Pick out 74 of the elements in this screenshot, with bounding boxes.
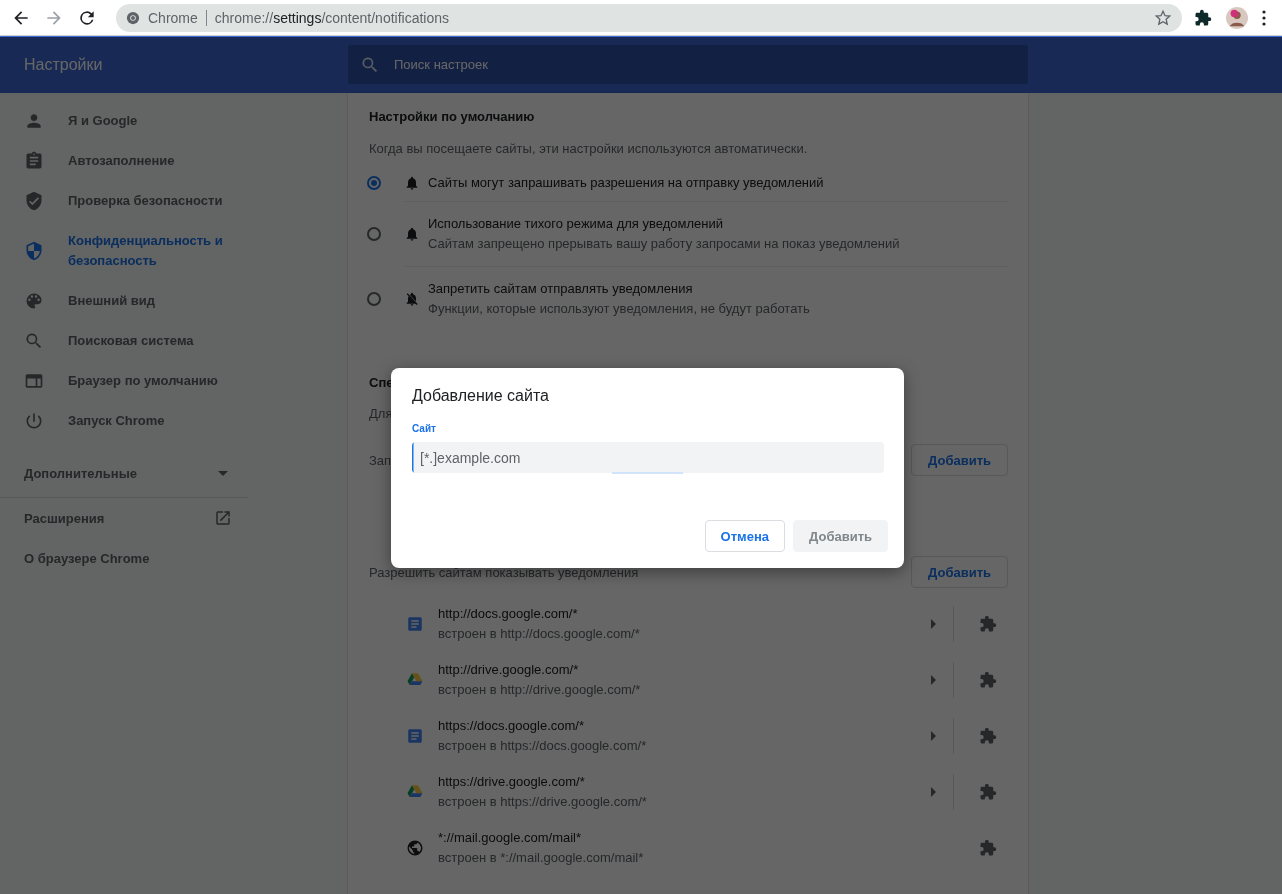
dialog-title: Добавление сайта	[412, 386, 550, 406]
site-url: *://mail.google.com/mail*	[438, 829, 583, 847]
site-embedded-note: встроен в *://mail.google.com/mail*	[438, 849, 645, 867]
site-url: http://drive.google.com/*	[438, 661, 580, 679]
site-field[interactable]: [*.]example.com	[412, 442, 884, 473]
option-title: Использование тихого режима для уведомлений	[428, 215, 724, 233]
avatar-icon[interactable]	[1226, 6, 1248, 29]
arrow-right-icon[interactable]	[930, 675, 936, 685]
site-url: http://docs.google.com/*	[438, 605, 579, 623]
puzzle-icon[interactable]	[1194, 8, 1212, 27]
radio-button[interactable]	[367, 292, 381, 306]
arrow-right-icon[interactable]	[930, 619, 936, 629]
sidebar-item[interactable]: Конфиденциальность и безопасность	[0, 221, 248, 281]
radio-button[interactable]	[367, 176, 381, 190]
option-description: Сайтам запрещено прерывать вашу работу запросами на показ уведомлений	[428, 235, 900, 253]
clipboard-icon	[24, 151, 44, 171]
puzzle-icon	[979, 727, 997, 745]
sidebar-item[interactable]: Запуск Chrome	[0, 401, 248, 441]
option-title: Сайты могут запрашивать разрешения на отправку уведомлений	[428, 174, 824, 192]
palette-icon	[24, 291, 44, 311]
shield-check-icon	[24, 191, 44, 211]
site-label: Chrome	[148, 9, 198, 26]
sidebar-link[interactable]: О браузере Chrome	[0, 538, 248, 578]
puzzle-icon	[979, 783, 997, 801]
list-label: Зап	[369, 452, 392, 468]
puzzle-icon	[979, 671, 997, 689]
site-embedded-note: встроен в http://docs.google.com/*	[438, 625, 641, 643]
arrow-right-icon[interactable]	[930, 787, 936, 797]
cancel-button[interactable]: Отмена	[704, 520, 786, 552]
site-url: https://drive.google.com/*	[438, 773, 586, 791]
field-label: Сайт	[412, 422, 437, 436]
url-text: chrome://settings/content/notifications	[214, 9, 450, 26]
search-icon	[360, 55, 380, 75]
add-button[interactable]: Добавить	[911, 444, 1008, 476]
page-title: Настройки	[23, 55, 104, 74]
list-label: Разрешить сайтам показывать уведомления	[369, 564, 639, 580]
sidebar-item[interactable]: Автозаполнение	[0, 141, 248, 181]
globe-icon	[406, 839, 424, 857]
more-menu-icon[interactable]	[1262, 9, 1266, 26]
option-description: Функции, которые используют уведомления, не будут работать	[428, 300, 810, 318]
arrow-right-icon[interactable]	[930, 731, 936, 741]
site-embedded-note: встроен в https://drive.google.com/*	[438, 793, 648, 811]
sidebar-link[interactable]: Расширения	[0, 498, 248, 538]
section-heading: Настройки по умолчанию	[369, 108, 536, 126]
bell-icon	[404, 226, 420, 242]
advanced-section[interactable]: Дополнительные	[0, 449, 248, 498]
radio-button[interactable]	[367, 227, 381, 241]
sidebar-item[interactable]: Поисковая система	[0, 321, 248, 361]
browser-window-icon	[24, 371, 44, 391]
sidebar-item[interactable]: Проверка безопасности	[0, 181, 248, 221]
site-embedded-note: встроен в http://drive.google.com/*	[438, 681, 642, 699]
address-bar[interactable]: Chrome chrome://settings/content/notifications	[116, 3, 1182, 32]
option-title: Запретить сайтам отправлять уведомления	[428, 280, 694, 298]
shield-icon	[24, 241, 44, 261]
bell-off-icon	[404, 291, 420, 307]
add-button[interactable]: Добавить	[911, 556, 1008, 588]
chrome-logo-icon	[126, 10, 140, 25]
search-icon	[24, 331, 44, 351]
external-link-icon	[214, 509, 232, 527]
puzzle-icon	[979, 839, 997, 857]
caret-icon	[218, 470, 228, 476]
search-field[interactable]: Поиск настроек	[348, 45, 1028, 84]
power-icon	[24, 411, 44, 431]
document-icon	[406, 727, 424, 745]
bell-icon	[404, 175, 420, 191]
sidebar-item[interactable]: Браузер по умолчанию	[0, 361, 248, 401]
section-description: Когда вы посещаете сайты, эти настройки используются автоматически.	[369, 140, 809, 158]
sidebar-item[interactable]: Я и Google	[0, 101, 248, 141]
site-url: https://docs.google.com/*	[438, 717, 585, 735]
sidebar-item[interactable]: Внешний вид	[0, 281, 248, 321]
star-icon[interactable]	[1154, 8, 1172, 27]
puzzle-icon	[979, 615, 997, 633]
document-icon	[406, 615, 424, 633]
site-embedded-note: встроен в https://docs.google.com/*	[438, 737, 648, 755]
